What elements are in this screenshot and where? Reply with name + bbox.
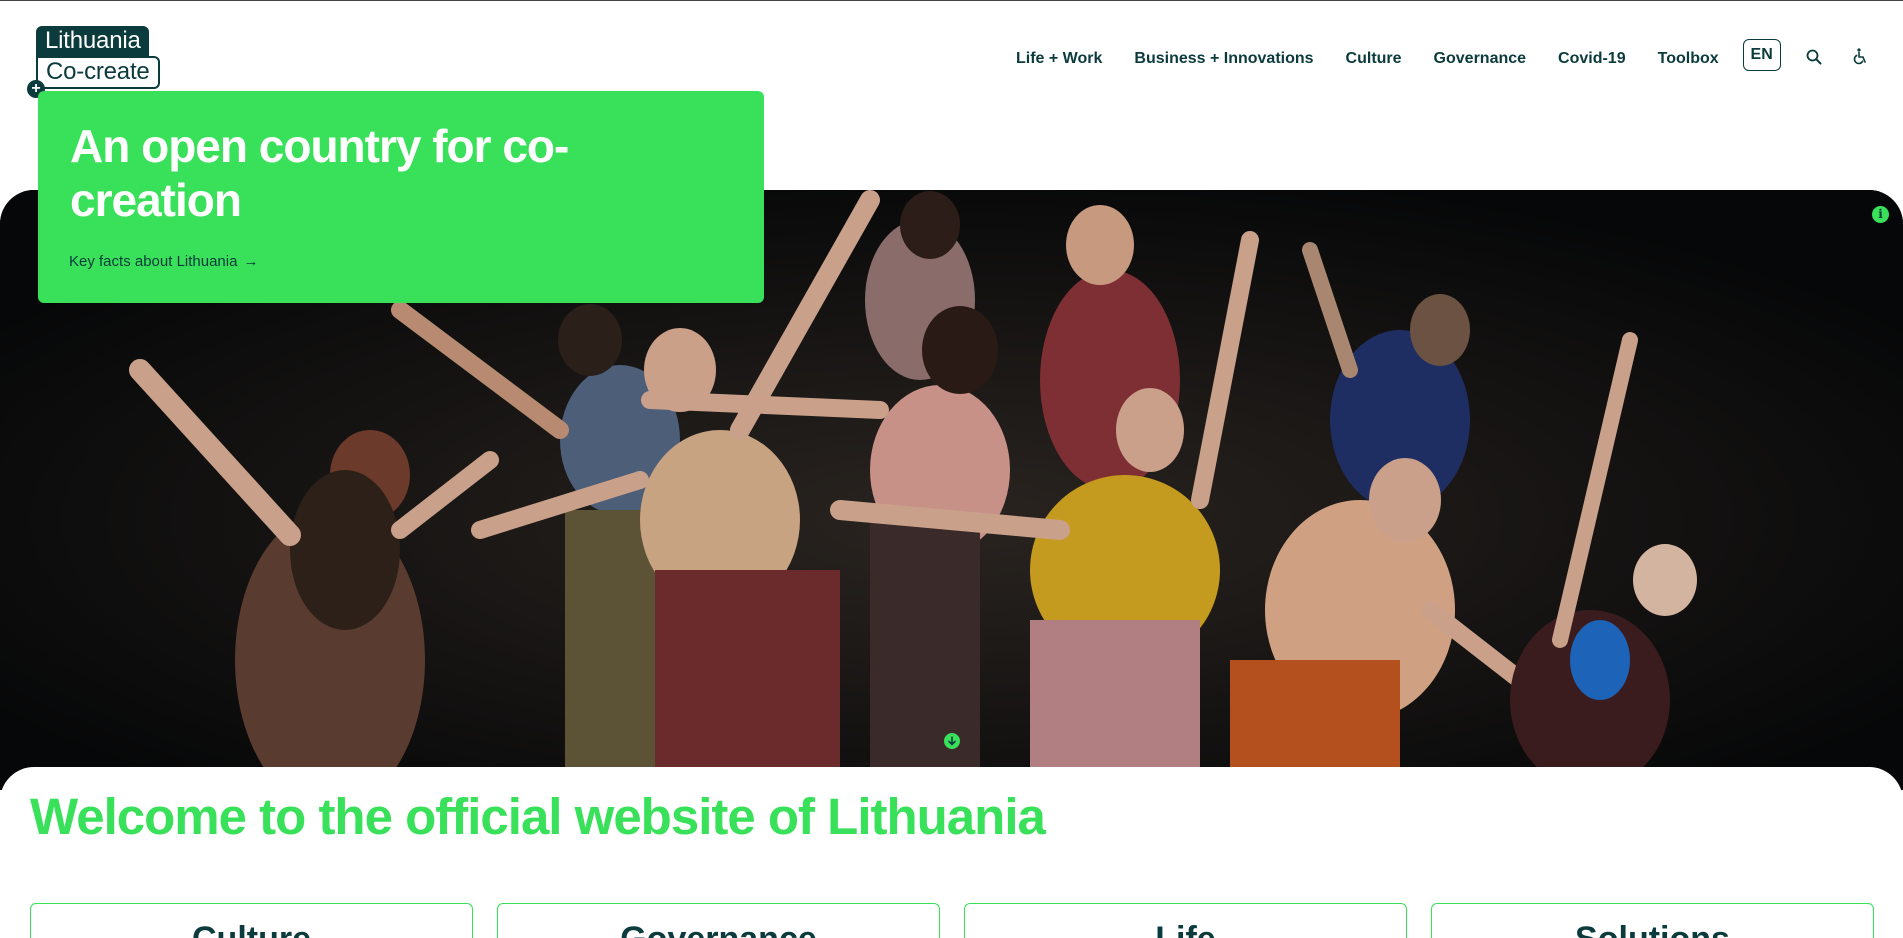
key-facts-link[interactable]: Key facts about Lithuania → bbox=[69, 253, 258, 270]
logo-line-2: Co-create bbox=[36, 56, 160, 89]
card-culture[interactable]: Culture bbox=[30, 903, 473, 938]
category-cards: Culture Governance Life Solutions bbox=[30, 903, 1874, 938]
nav-item-covid-19[interactable]: Covid-19 bbox=[1558, 50, 1626, 68]
welcome-title: Welcome to the official website of Lithu… bbox=[30, 788, 1046, 845]
nav-item-life-work[interactable]: Life + Work bbox=[1016, 50, 1102, 68]
accessibility-icon[interactable] bbox=[1849, 46, 1871, 68]
logo-line-1: Lithuania bbox=[36, 26, 149, 57]
top-border bbox=[0, 0, 1903, 1]
main-navigation: Life + Work Business + Innovations Cultu… bbox=[1016, 39, 1895, 71]
language-selector[interactable]: EN bbox=[1742, 39, 1781, 71]
hero-card: An open country for co-creation Key fact… bbox=[38, 91, 764, 303]
nav-item-culture[interactable]: Culture bbox=[1346, 50, 1402, 68]
card-solutions[interactable]: Solutions bbox=[1431, 903, 1874, 938]
card-life[interactable]: Life bbox=[964, 903, 1407, 938]
nav-item-toolbox[interactable]: Toolbox bbox=[1658, 50, 1719, 68]
image-info-icon[interactable]: i bbox=[1872, 206, 1889, 223]
hero-title: An open country for co-creation bbox=[70, 120, 569, 226]
key-facts-link-label: Key facts about Lithuania bbox=[69, 253, 238, 270]
nav-item-business-innovations[interactable]: Business + Innovations bbox=[1134, 50, 1313, 68]
welcome-section: Welcome to the official website of Lithu… bbox=[0, 767, 1903, 938]
search-icon[interactable] bbox=[1803, 46, 1825, 68]
arrow-right-icon: → bbox=[243, 253, 259, 270]
site-logo[interactable]: Lithuania Co-create + bbox=[27, 26, 160, 98]
scroll-down-icon[interactable] bbox=[944, 733, 960, 749]
nav-item-governance[interactable]: Governance bbox=[1434, 50, 1526, 68]
card-governance[interactable]: Governance bbox=[497, 903, 940, 938]
